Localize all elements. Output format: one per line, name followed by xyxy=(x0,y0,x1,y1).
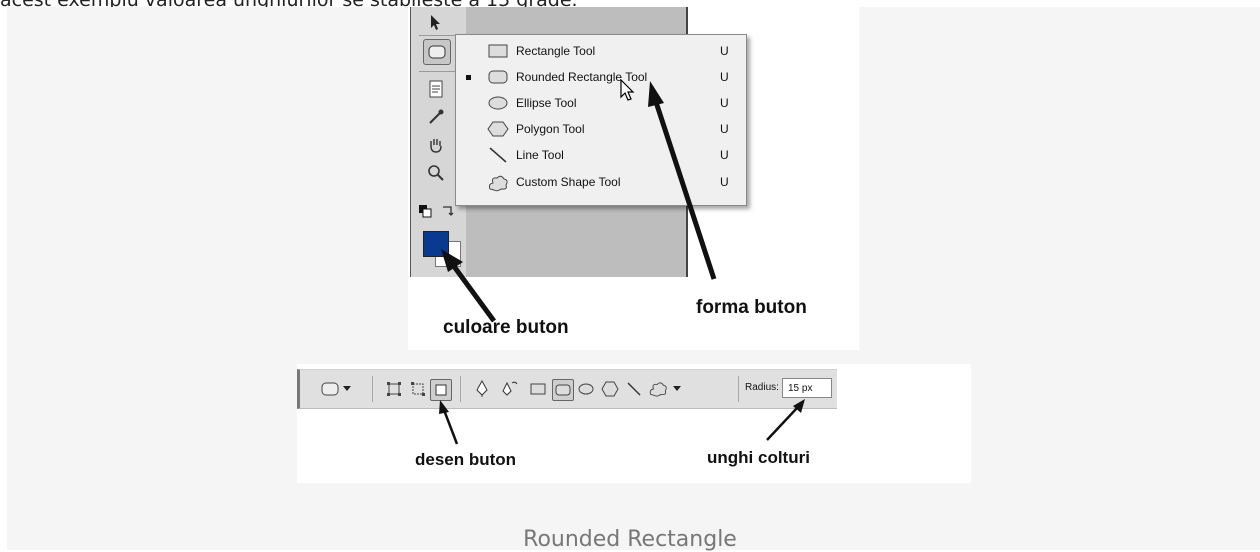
options-bar-screenshot: Radius: 15 px desen buton unghi colturi xyxy=(297,364,971,483)
arrow-desen-buton xyxy=(439,400,459,445)
arrow-culoare-buton xyxy=(441,249,497,323)
annotation-arrows xyxy=(439,399,805,445)
annotation-unghi-colturi: unghi colturi xyxy=(707,448,810,467)
image-caption: Rounded Rectangle xyxy=(523,527,737,552)
annotation-arrows xyxy=(441,81,717,323)
arrow-forma-buton xyxy=(648,81,717,280)
arrow-unghi-colturi xyxy=(766,399,805,441)
annotation-desen-buton: desen buton xyxy=(415,450,517,469)
toolbox-screenshot: Rectangle Tool U Rounded Rectangle Tool … xyxy=(408,7,859,350)
